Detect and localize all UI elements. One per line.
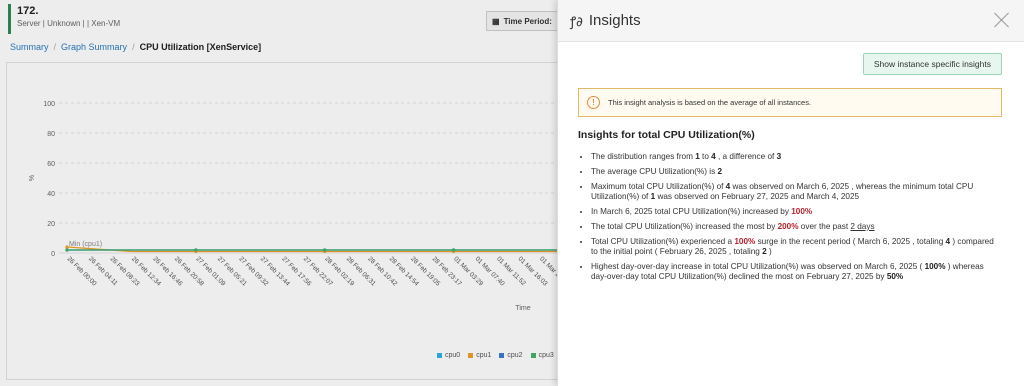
info-icon: ! (587, 96, 600, 109)
list-item: The total CPU Utilization(%) increased t… (591, 222, 999, 232)
time-period-button[interactable]: ▦ Time Period: (486, 11, 560, 31)
breadcrumb-separator: / (132, 42, 135, 52)
legend-swatch (499, 353, 505, 358)
data-point-cpu3 (194, 248, 198, 252)
cpu-utilization-chart: 0 20 40 60 80 100% 26 Feb 00:00 26 Feb 04:11 26 … (6, 62, 560, 380)
breadcrumb: Summary / Graph Summary / CPU Utilizatio… (10, 42, 261, 52)
legend-swatch (468, 353, 474, 358)
insights-icon: ꝭ∂ (570, 14, 583, 30)
close-icon[interactable] (994, 12, 1010, 28)
y-tick-label: 80 (47, 131, 55, 138)
legend-label: cpu0 (445, 352, 461, 359)
legend-swatch (530, 353, 536, 358)
notice-text: This insight analysis is based on the av… (608, 98, 812, 107)
y-tick-label: 100 (43, 101, 55, 108)
server-title: 172. (17, 5, 39, 17)
list-item: In March 6, 2025 total CPU Utilization(%… (591, 207, 999, 217)
time-period-label: Time Period: (503, 16, 552, 26)
legend-label: cpu1 (476, 352, 492, 359)
series-line-cpu1 (66, 246, 560, 253)
breadcrumb-summary[interactable]: Summary (10, 42, 49, 52)
insights-panel: ꝭ∂ Insights Show instance specific insig… (557, 0, 1024, 386)
list-item: The distribution ranges from 1 to 4 , a … (591, 152, 999, 162)
y-axis-label: % (29, 175, 36, 181)
data-point-cpu3 (323, 248, 327, 252)
legend-item-cpu0[interactable]: cpu0 (437, 352, 460, 359)
x-axis-label: Time (515, 305, 530, 312)
y-tick-label: 0 (51, 251, 55, 258)
list-item: Total CPU Utilization(%) experienced a 1… (591, 237, 999, 257)
list-item: The average CPU Utilization(%) is 2 (591, 167, 999, 177)
server-header: 172. Server | Unknown | | Xen-VM (8, 4, 120, 34)
y-tick-label: 60 (47, 161, 55, 168)
breadcrumb-graph-summary[interactable]: Graph Summary (61, 42, 127, 52)
insights-heading: Insights for total CPU Utilization(%) (578, 129, 755, 141)
y-tick-label: 40 (47, 191, 55, 198)
chart-canvas: 020406080100%26 Feb 00:0026 Feb 04:1126 … (29, 101, 560, 312)
legend-label: cpu2 (507, 352, 523, 359)
legend-label: cpu3 (538, 352, 554, 359)
server-subtitle: Server | Unknown | | Xen-VM (17, 19, 121, 28)
chart-annotation: Min (cpu1) (69, 241, 102, 248)
data-point-cpu3 (65, 248, 69, 252)
panel-header: ꝭ∂ Insights (558, 0, 1024, 42)
background-page: 172. Server | Unknown | | Xen-VM ▦ Time … (0, 0, 560, 386)
chart-legend: cpu0 cpu1 cpu2 cpu3 (437, 352, 554, 359)
breadcrumb-separator: / (53, 42, 57, 52)
notice-banner: ! This insight analysis is based on the … (578, 88, 1002, 117)
list-item: Highest day-over-day increase in total C… (591, 262, 999, 282)
list-item: Maximum total CPU Utilization(%) of 4 wa… (591, 182, 999, 202)
calendar-icon: ▦ (492, 16, 500, 26)
legend-item-cpu2[interactable]: cpu2 (499, 352, 523, 359)
insight-list: The distribution ranges from 1 to 4 , a … (591, 152, 999, 287)
instance-insights-button[interactable]: Show instance specific insights (862, 53, 1002, 75)
breadcrumb-current: CPU Utilization [XenService] (139, 42, 262, 52)
data-point-cpu3 (452, 248, 456, 252)
y-tick-label: 20 (47, 221, 55, 228)
legend-swatch (437, 353, 442, 358)
legend-item-cpu1[interactable]: cpu1 (468, 352, 491, 359)
legend-item-cpu3[interactable]: cpu3 (530, 352, 554, 359)
panel-title: Insights (588, 12, 641, 29)
